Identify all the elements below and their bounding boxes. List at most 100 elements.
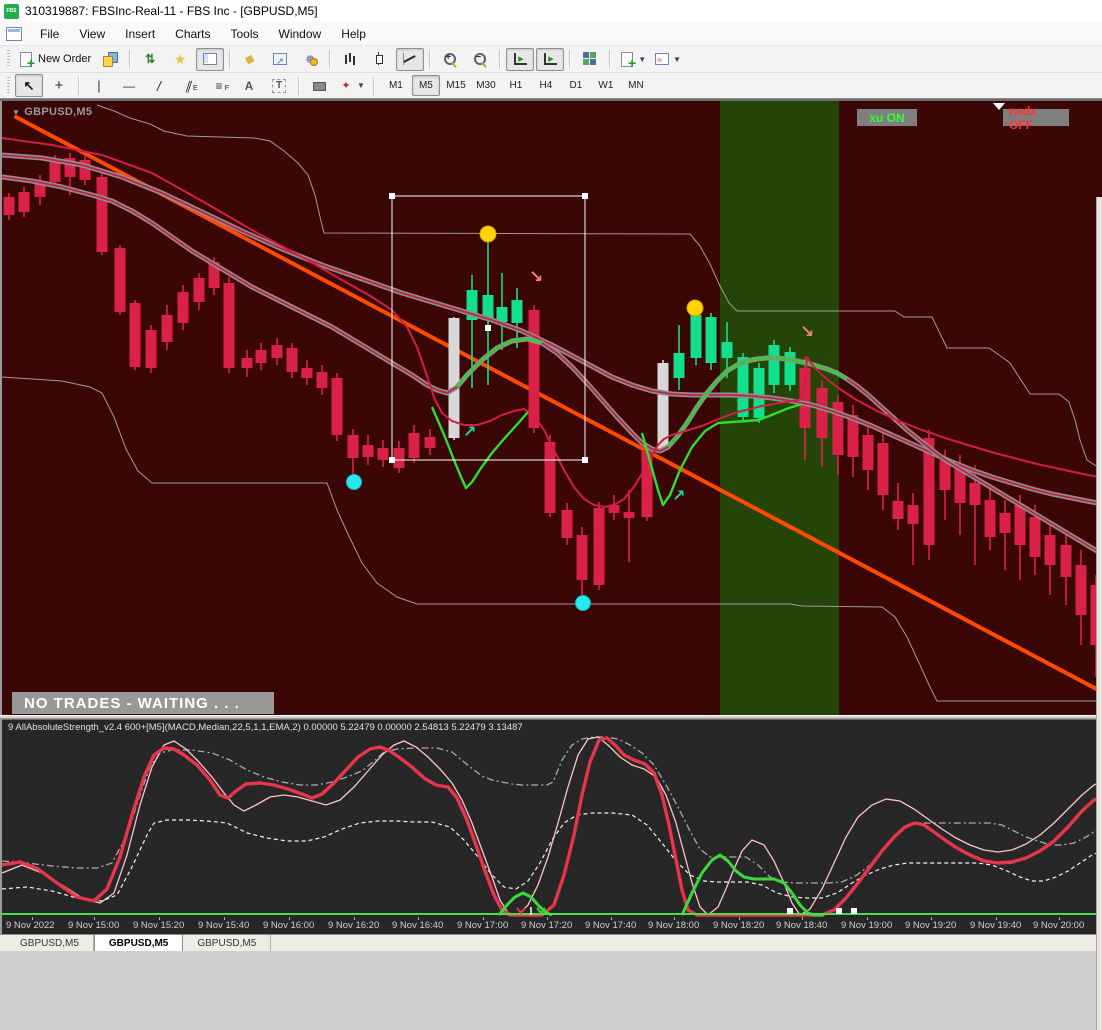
data-window-button[interactable]: ★ xyxy=(166,48,194,71)
toolbar-separator xyxy=(499,50,502,68)
text-label-button[interactable]: T xyxy=(265,74,293,97)
price-chart-pane[interactable]: ↘ ↘ ↗ ↗ ▼ GBPUSD,M5 xu ON nadx OFF NO TRADES… xyxy=(0,101,1102,715)
market-watch-icon: ⇅ xyxy=(145,52,156,66)
indicator-add-icon xyxy=(619,51,636,70)
timeframe-h4-button[interactable]: H4 xyxy=(532,75,560,96)
time-axis-label: 9 Nov 19:00 xyxy=(841,920,893,931)
timeframe-w1-button[interactable]: W1 xyxy=(592,75,620,96)
timeframe-m15-button[interactable]: M15 xyxy=(442,75,470,96)
tile-windows-button[interactable] xyxy=(576,48,604,71)
selection-handle xyxy=(389,457,395,463)
fibonacci-button[interactable]: ≡ xyxy=(205,74,233,97)
templates-button[interactable]: ≈ ▼ xyxy=(651,48,684,71)
navigator-button[interactable] xyxy=(196,47,225,71)
chart-window-icon[interactable] xyxy=(6,26,22,41)
styler-button[interactable]: ◆ xyxy=(236,48,264,71)
chart-shift-icon: ▸ xyxy=(542,51,558,67)
right-edge-strip[interactable] xyxy=(1096,197,1102,1030)
timeframe-mn-button[interactable]: MN xyxy=(622,75,650,96)
text-icon: A xyxy=(244,78,254,93)
timeframe-h1-button[interactable]: H1 xyxy=(502,75,530,96)
toolbar-separator xyxy=(609,50,612,68)
menu-file[interactable]: File xyxy=(30,24,69,44)
toolbar-separator xyxy=(429,50,432,68)
xu-toggle-badge[interactable]: xu ON xyxy=(857,109,917,126)
line-chart-button[interactable] xyxy=(396,47,425,71)
menu-bar: File View Insert Charts Tools Window Help xyxy=(0,22,1102,46)
channel-icon: ∥ xyxy=(178,78,199,94)
cursor-icon: ↖ xyxy=(23,77,35,93)
chart-shift-button[interactable]: ▸ xyxy=(536,47,565,71)
selection-handle xyxy=(582,193,588,199)
user-gear-icon: ☻ xyxy=(303,51,319,66)
timeframe-m5-button[interactable]: M5 xyxy=(411,75,440,96)
buy-arrow-icon: ↗ xyxy=(672,486,685,505)
candle xyxy=(129,303,141,367)
arrows-icon: ✦ xyxy=(341,79,351,92)
shapes-button[interactable] xyxy=(305,74,333,97)
candle xyxy=(271,345,283,358)
candle xyxy=(316,372,328,388)
menu-tools[interactable]: Tools xyxy=(221,24,269,44)
chevron-down-icon[interactable]: ▼ xyxy=(673,55,681,64)
autotrading-button[interactable]: ☻ xyxy=(296,48,324,71)
bar-chart-icon xyxy=(342,51,358,67)
zoom-out-button[interactable]: − xyxy=(466,48,494,71)
line-handle xyxy=(787,908,793,914)
time-axis-label: 9 Nov 18:00 xyxy=(648,920,700,931)
timeframe-d1-button[interactable]: D1 xyxy=(562,75,590,96)
auto-scroll-icon: ▸ xyxy=(512,51,528,67)
candle xyxy=(721,342,733,358)
new-order-button-label: New Order xyxy=(38,53,92,65)
bar-chart-button[interactable] xyxy=(336,48,364,71)
chevron-down-icon[interactable]: ▼ xyxy=(357,81,365,90)
candle xyxy=(1075,565,1087,615)
menu-help[interactable]: Help xyxy=(331,24,376,44)
profiles-button[interactable] xyxy=(96,48,124,71)
candle-chart-button[interactable] xyxy=(366,48,394,71)
text-button[interactable]: A xyxy=(235,74,263,97)
chart-tab-1[interactable]: GBPUSD,M5 xyxy=(6,935,94,951)
arrows-button[interactable]: ✦ ▼ xyxy=(335,74,368,97)
horizontal-line-button[interactable]: — xyxy=(115,74,143,97)
market-watch-button[interactable]: ⇅ xyxy=(136,48,164,71)
cursor-button[interactable]: ↖ xyxy=(15,74,43,97)
chevron-down-icon[interactable]: ▼ xyxy=(638,55,646,64)
indicator-canvas[interactable] xyxy=(1,719,1102,917)
candle xyxy=(114,248,126,312)
new-order-button[interactable]: New Order xyxy=(15,48,94,71)
menu-charts[interactable]: Charts xyxy=(165,24,220,44)
zoom-in-button[interactable]: + xyxy=(436,48,464,71)
candle xyxy=(1060,545,1072,577)
candle xyxy=(49,162,61,182)
auto-scroll-button[interactable]: ▸ xyxy=(506,47,535,71)
price-chart-canvas[interactable]: ↘ ↘ ↗ ↗ xyxy=(2,101,1102,715)
vertical-line-button[interactable]: | xyxy=(85,74,113,97)
crosshair-button[interactable]: + xyxy=(45,74,73,97)
candle xyxy=(892,501,904,519)
menu-insert[interactable]: Insert xyxy=(115,24,165,44)
timeframe-m30-button[interactable]: M30 xyxy=(472,75,500,96)
chart-tab-2[interactable]: GBPUSD,M5 xyxy=(93,935,184,951)
menu-view[interactable]: View xyxy=(69,24,115,44)
line-handle xyxy=(836,908,842,914)
navigator-icon xyxy=(202,51,218,67)
channel-button[interactable]: ∥ xyxy=(175,74,203,97)
candle xyxy=(969,483,981,505)
candle xyxy=(984,500,996,537)
nadx-toggle-badge[interactable]: nadx OFF xyxy=(1003,104,1069,132)
time-axis[interactable]: 9 Nov 2022 9 Nov 15:00 9 Nov 15:20 9 Nov 15… xyxy=(0,917,1102,934)
candle xyxy=(362,445,374,457)
fibonacci-icon: ≡ xyxy=(211,78,229,97)
candle xyxy=(511,300,523,323)
timeframe-m1-button[interactable]: M1 xyxy=(382,75,410,96)
candle xyxy=(816,388,828,438)
template-icon: ≈ xyxy=(654,51,670,67)
fullscreen-button[interactable] xyxy=(266,48,294,71)
indicator-pane[interactable]: 9 AllAbsoluteStrength_v2.4 600+[M5](MACD… xyxy=(0,719,1102,917)
chart-tab-3[interactable]: GBPUSD,M5 xyxy=(183,935,272,951)
candle xyxy=(576,535,588,580)
indicators-button[interactable]: ▼ xyxy=(616,48,649,71)
menu-window[interactable]: Window xyxy=(269,24,332,44)
trendline-button[interactable]: / xyxy=(145,74,173,97)
